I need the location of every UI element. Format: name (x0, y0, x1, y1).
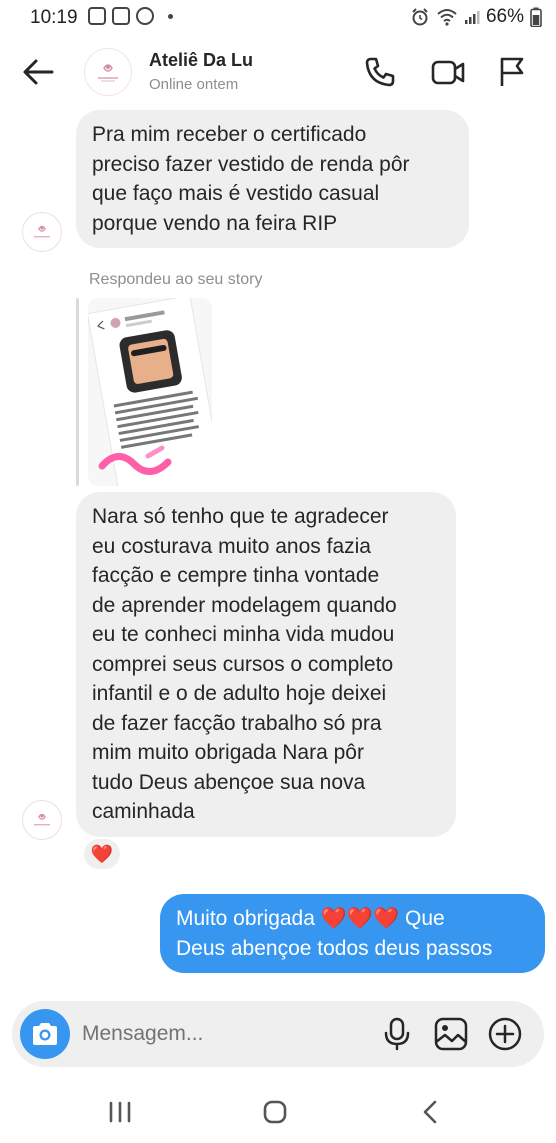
add-plus-icon[interactable] (487, 1016, 523, 1052)
chat-header: Ateliê Da Lu Online ontem (0, 34, 556, 110)
video-call-icon[interactable] (430, 54, 466, 90)
camera-button[interactable] (20, 1009, 70, 1059)
recent-apps-icon[interactable] (100, 1096, 140, 1128)
phone-call-icon[interactable] (362, 54, 398, 90)
status-time: 10:19 (30, 7, 78, 28)
more-notifications-icon (168, 13, 173, 19)
story-thumbnail[interactable] (88, 298, 212, 486)
story-reply-label: Respondeu ao seu story (89, 271, 263, 288)
gallery-icon[interactable] (433, 1016, 469, 1052)
status-bar: 10:19 66% (0, 0, 556, 34)
alarm-icon (412, 8, 428, 26)
back-arrow-icon[interactable] (18, 54, 58, 90)
battery-percentage: 66% (485, 6, 524, 27)
app-notification-icon (136, 7, 154, 25)
camera-icon (33, 1023, 57, 1045)
incoming-message-bubble[interactable]: Nara só tenho que te agradecer eu costur… (76, 492, 456, 837)
message-input[interactable] (82, 1019, 362, 1049)
contact-avatar[interactable] (84, 48, 132, 96)
atelie-logo-icon (34, 225, 50, 238)
battery-icon (530, 7, 542, 27)
story-screenshot-thumbnail (88, 298, 212, 486)
heart-reaction[interactable]: ❤️ (82, 837, 122, 871)
microphone-icon[interactable] (379, 1016, 415, 1052)
outgoing-message-bubble[interactable]: Muito obrigada ❤️❤️❤️ Que Deus abençoe t… (160, 894, 545, 973)
signal-icon (464, 11, 480, 24)
instagram-notification-icon (112, 7, 130, 25)
incoming-message-bubble[interactable]: Pra mim receber o certificado preciso fa… (76, 110, 469, 248)
atelie-logo-icon (98, 64, 118, 82)
report-flag-icon[interactable] (494, 54, 530, 90)
contact-online-status: Online ontem (149, 76, 239, 93)
message-composer (12, 1001, 544, 1067)
story-reply-indicator (76, 298, 79, 486)
system-navigation-bar (0, 1082, 556, 1143)
sender-avatar[interactable] (22, 212, 62, 252)
system-back-icon[interactable] (411, 1096, 451, 1128)
status-right: 66% (410, 6, 542, 28)
atelie-logo-icon (34, 813, 50, 826)
home-icon[interactable] (255, 1096, 295, 1128)
wifi-icon (437, 9, 457, 26)
contact-name[interactable]: Ateliê Da Lu (149, 50, 253, 71)
notification-icons (88, 7, 173, 25)
sender-avatar[interactable] (22, 800, 62, 840)
gallery-notification-icon (88, 7, 106, 25)
